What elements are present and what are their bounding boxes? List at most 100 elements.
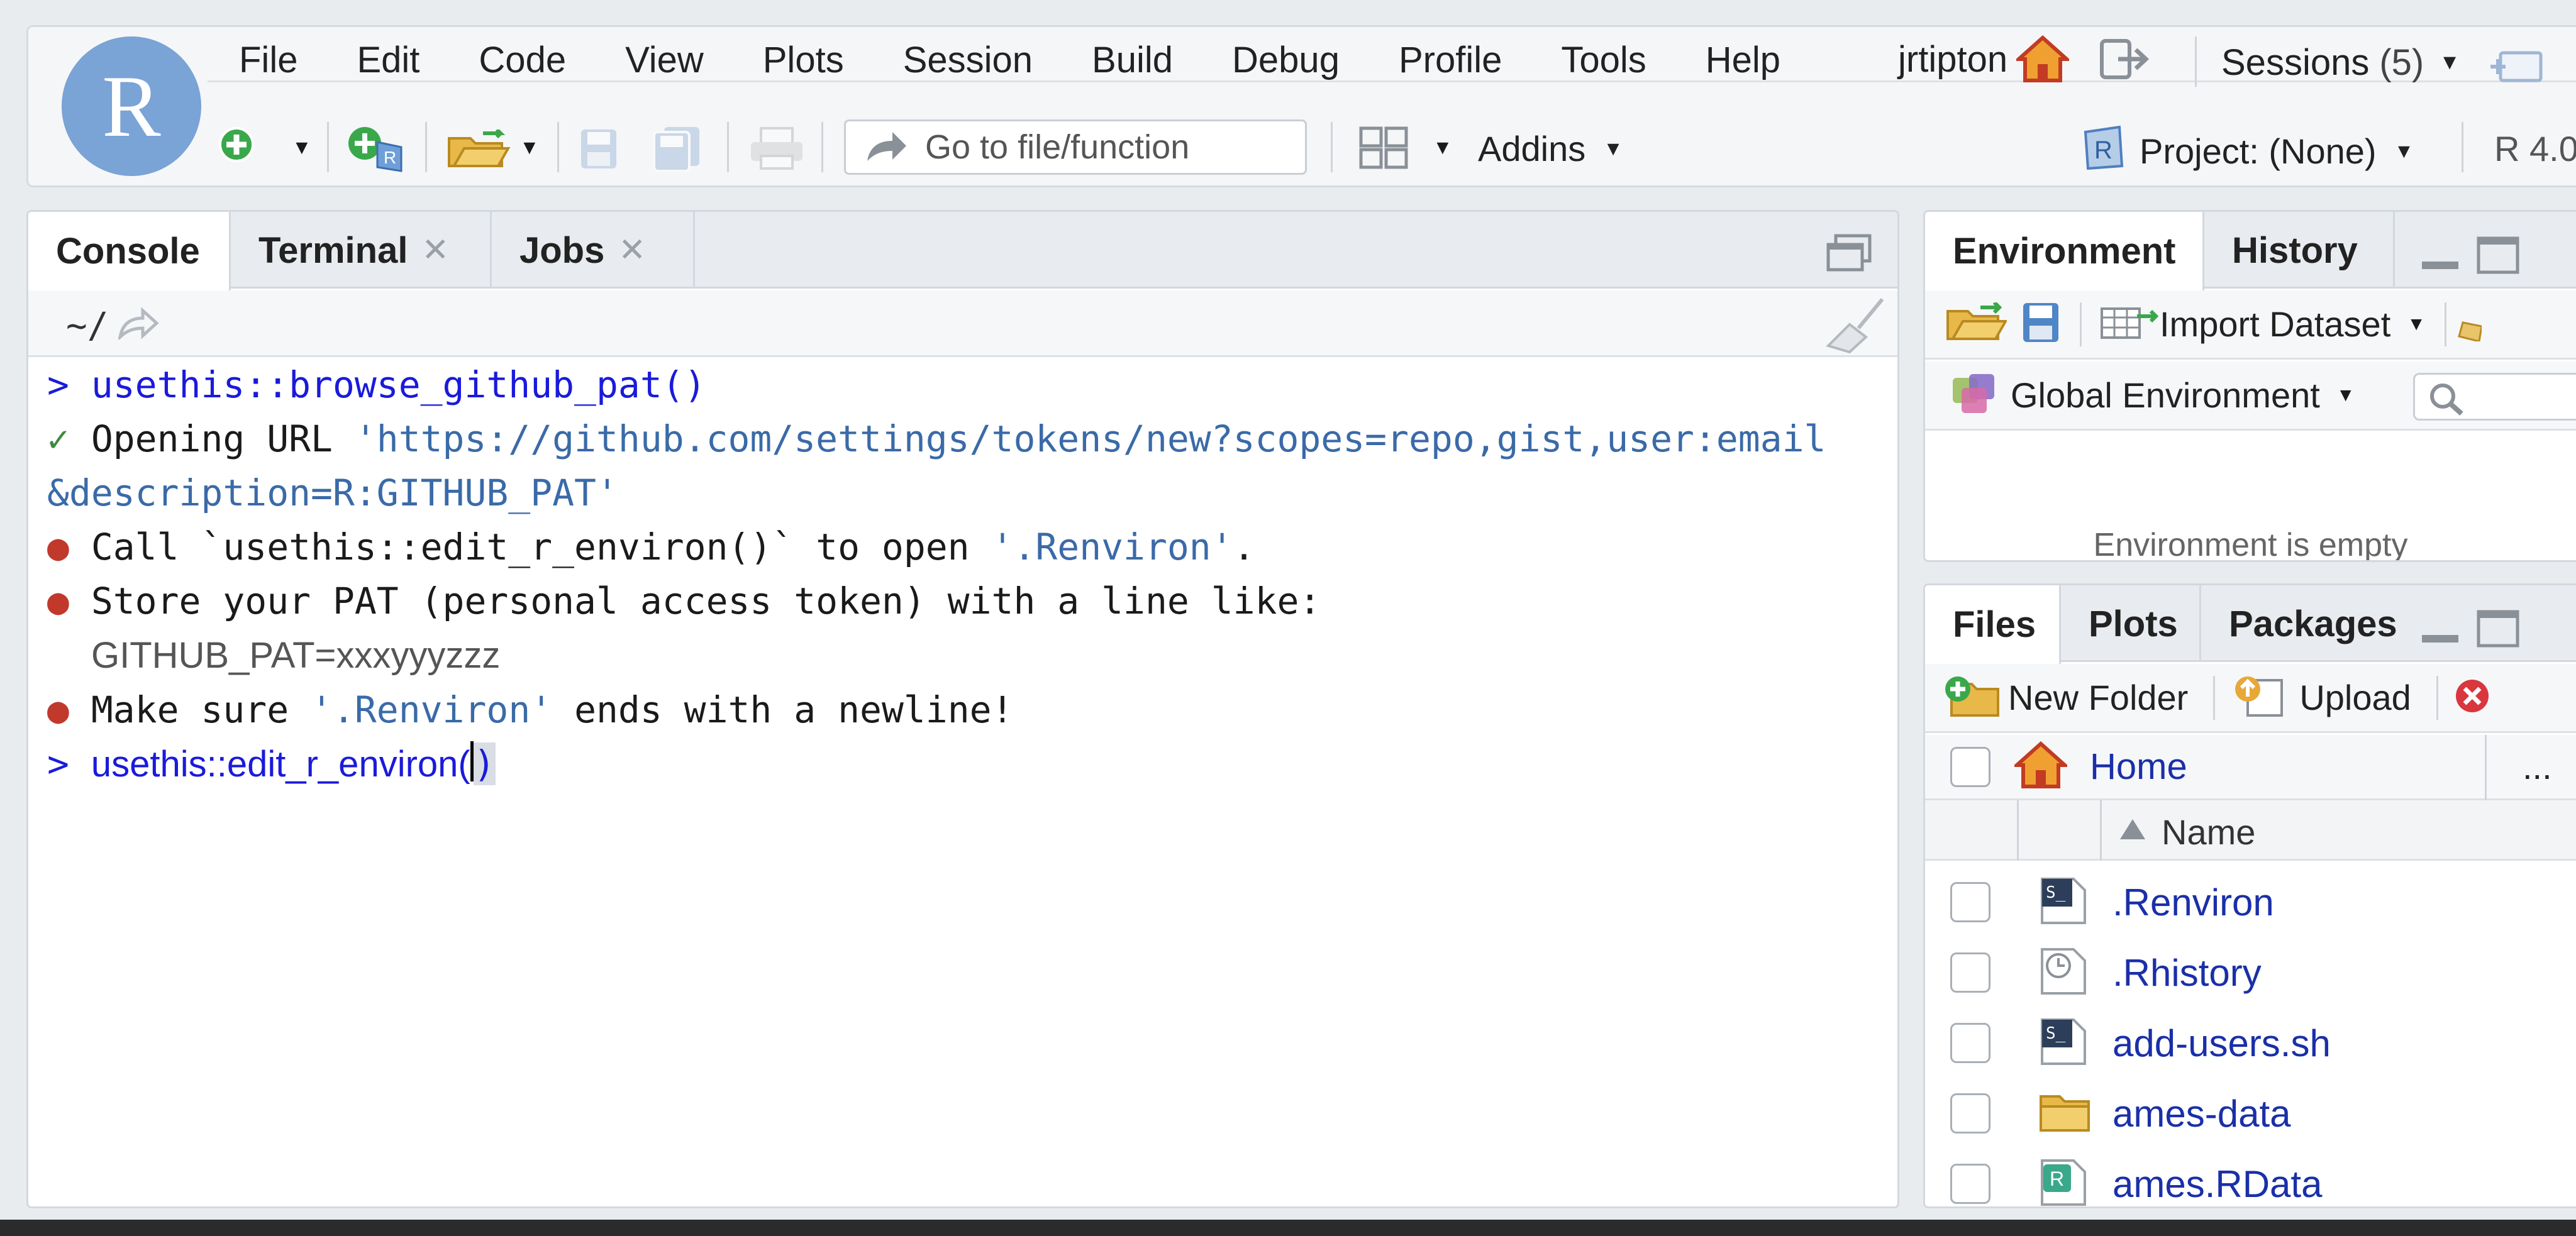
minimize-pane-icon[interactable] — [2419, 236, 2461, 277]
close-icon[interactable]: ✕ — [618, 231, 646, 269]
menu-debug[interactable]: Debug — [1232, 39, 1340, 81]
toolbar-separator — [2213, 675, 2216, 720]
new-project-icon[interactable]: R — [345, 123, 408, 174]
load-workspace-icon[interactable] — [1944, 301, 2008, 346]
r-version[interactable]: R 4.0 — [2494, 128, 2576, 169]
console-output[interactable]: > usethis::browse_github_pat() ✓ Opening… — [47, 358, 1885, 792]
menu-session[interactable]: Session — [903, 39, 1033, 81]
file-row[interactable]: S_ add-users.sh — [1925, 1008, 2576, 1078]
addins-menu[interactable]: Addins ▼ — [1478, 128, 1623, 169]
addins-label: Addins — [1478, 129, 1586, 168]
upload-icon — [2233, 674, 2285, 721]
clear-console-icon[interactable] — [1824, 295, 1887, 358]
file-row[interactable]: R ames.RData — [1925, 1149, 2576, 1206]
menu-file[interactable]: File — [239, 39, 297, 81]
file-name[interactable]: add-users.sh — [2112, 1022, 2331, 1065]
toolbar-separator — [2436, 675, 2438, 720]
close-icon[interactable]: ✕ — [421, 231, 449, 269]
file-checkbox[interactable] — [1950, 1023, 1990, 1063]
file-name[interactable]: .Renviron — [2112, 881, 2274, 924]
toolbar-separator — [327, 122, 329, 172]
tab-jobs[interactable]: Jobs ✕ — [492, 212, 693, 289]
save-all-icon[interactable] — [652, 124, 704, 172]
console-line: ✓ Opening URL 'https://github.com/settin… — [47, 412, 1885, 466]
maximize-pane-icon[interactable] — [2476, 609, 2520, 651]
column-separator — [2017, 800, 2019, 861]
maximize-pane-icon[interactable] — [1826, 233, 1872, 275]
menu-build[interactable]: Build — [1092, 39, 1173, 81]
file-text: '.Renviron' — [311, 688, 553, 731]
column-name-header[interactable]: Name — [2162, 812, 2255, 853]
tab-history[interactable]: History — [2204, 212, 2393, 289]
save-icon[interactable] — [579, 127, 619, 171]
home-icon[interactable] — [2016, 35, 2070, 83]
breadcrumb-home[interactable]: Home — [2090, 746, 2187, 788]
file-checkbox[interactable] — [1950, 882, 1990, 922]
minimize-pane-icon[interactable] — [2419, 610, 2461, 651]
file-name[interactable]: .Rhistory — [2112, 951, 2262, 995]
goto-file-function[interactable]: Go to file/function — [844, 119, 1307, 175]
open-file-icon[interactable] — [445, 130, 511, 170]
toolbar-separator — [2444, 302, 2446, 346]
sessions-menu[interactable]: Sessions (5) ▼ — [2221, 41, 2460, 84]
file-checkbox[interactable] — [1950, 952, 1990, 993]
tab-terminal[interactable]: Terminal ✕ — [231, 212, 490, 289]
new-file-icon[interactable] — [218, 126, 258, 166]
r-logo: R — [62, 36, 201, 176]
console-line: ● Store your PAT (personal access token)… — [47, 574, 1885, 628]
tab-packages[interactable]: Packages — [2201, 585, 2415, 662]
search-icon — [2428, 381, 2465, 419]
menu-plots[interactable]: Plots — [763, 39, 844, 81]
signout-icon[interactable] — [2099, 37, 2150, 81]
environment-scope-menu[interactable]: Global Environment ▼ — [1950, 372, 2355, 419]
menu-help[interactable]: Help — [1706, 39, 1780, 81]
chevron-down-icon[interactable]: ▼ — [1433, 136, 1453, 159]
chevron-down-icon: ▼ — [2439, 50, 2460, 74]
menu-code[interactable]: Code — [479, 39, 566, 81]
menu-view[interactable]: View — [625, 39, 704, 81]
tab-files[interactable]: Files — [1925, 585, 2061, 664]
pane-layout-icon[interactable] — [1358, 126, 1409, 170]
select-all-checkbox[interactable] — [1950, 746, 1990, 787]
more-options-button[interactable]: ... — [2523, 746, 2552, 787]
menubar: File Edit Code View Plots Session Build … — [239, 39, 1840, 81]
file-checkbox[interactable] — [1950, 1164, 1990, 1204]
environment-scope-bar: Global Environment ▼ — [1925, 361, 2576, 431]
table-icon — [2099, 304, 2160, 345]
menu-tools[interactable]: Tools — [1561, 39, 1646, 81]
goto-arrow-icon — [865, 128, 909, 167]
chevron-down-icon[interactable]: ▼ — [519, 136, 540, 159]
menu-edit[interactable]: Edit — [357, 39, 419, 81]
new-window-icon[interactable] — [2488, 47, 2545, 84]
project-menu[interactable]: R Project: (None) ▼ — [2082, 124, 2414, 178]
maximize-pane-icon[interactable] — [2476, 236, 2520, 278]
import-dataset-button[interactable]: Import Dataset ▼ — [2099, 304, 2426, 345]
broom-icon[interactable] — [2457, 304, 2483, 345]
tab-label: History — [2232, 229, 2358, 271]
file-row[interactable]: ames-data — [1925, 1078, 2576, 1149]
print-icon[interactable] — [748, 126, 805, 171]
working-directory[interactable]: ~/ — [66, 306, 108, 346]
environment-search-input[interactable] — [2413, 373, 2576, 421]
tab-environment[interactable]: Environment — [1925, 212, 2204, 290]
go-to-directory-icon[interactable] — [118, 307, 159, 343]
chevron-down-icon[interactable]: ▼ — [292, 136, 312, 159]
file-checkbox[interactable] — [1950, 1093, 1990, 1134]
tab-plots[interactable]: Plots — [2061, 585, 2199, 662]
file-name[interactable]: ames-data — [2112, 1092, 2290, 1135]
environment-empty-message: Environment is empty — [2093, 527, 2408, 562]
tab-console[interactable]: Console — [28, 212, 231, 290]
upload-button[interactable]: Upload — [2233, 674, 2411, 721]
delete-icon[interactable] — [2453, 677, 2491, 718]
toolbar-separator — [2462, 122, 2463, 172]
file-row[interactable]: S_ .Renviron — [1925, 867, 2576, 937]
menu-profile[interactable]: Profile — [1399, 39, 1502, 81]
svg-text:R: R — [2050, 1167, 2064, 1190]
file-name[interactable]: ames.RData — [2112, 1162, 2322, 1206]
environment-cube-icon — [1950, 372, 1998, 419]
file-row[interactable]: .Rhistory — [1925, 937, 2576, 1008]
new-folder-button[interactable]: New Folder — [1944, 674, 2188, 721]
save-workspace-icon[interactable] — [2021, 301, 2061, 348]
console-input-line[interactable]: > usethis::edit_r_environ() — [47, 737, 1885, 792]
message-text: . — [1233, 526, 1255, 568]
